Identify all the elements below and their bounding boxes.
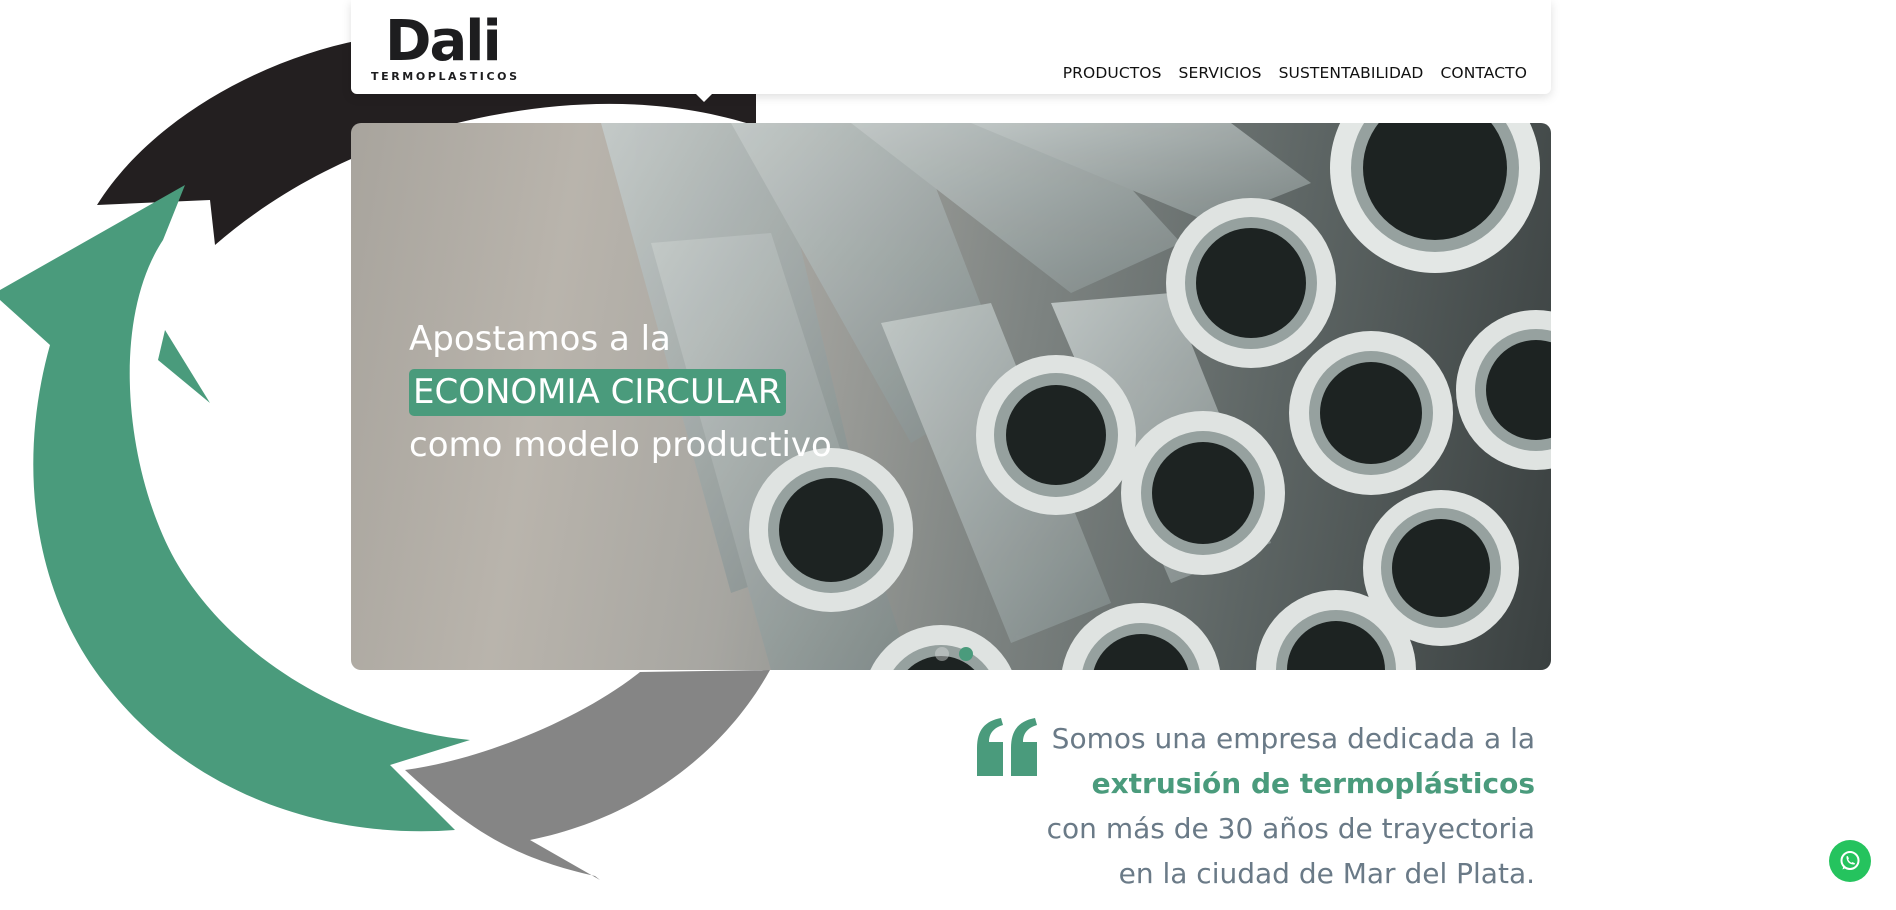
main-nav: PRODUCTOS SERVICIOS SUSTENTABILIDAD CONT… (1063, 64, 1527, 82)
whatsapp-icon (1840, 851, 1860, 870)
slider-dots (935, 647, 973, 661)
brand-logo[interactable]: Dali TERMOPLASTICOS (369, 9, 517, 86)
slider-dot-2[interactable] (959, 647, 973, 661)
hero-headline: Apostamos a la ECONOMIA CIRCULAR como mo… (409, 313, 832, 472)
nav-item-sustentabilidad[interactable]: SUSTENTABILIDAD (1279, 64, 1424, 82)
company-intro: Somos una empresa dedicada a la extrusió… (1040, 716, 1535, 896)
header-pointer (696, 94, 712, 102)
brand-logo-word: Dali (385, 9, 502, 74)
brand-logo-subtitle: TERMOPLASTICOS (371, 70, 520, 83)
nav-item-productos[interactable]: PRODUCTOS (1063, 64, 1162, 82)
hero-line-1: Apostamos a la (409, 319, 671, 359)
hero-slider: Apostamos a la ECONOMIA CIRCULAR como mo… (351, 123, 1551, 670)
whatsapp-button[interactable] (1829, 840, 1871, 882)
quote-icon (977, 718, 1037, 776)
nav-item-contacto[interactable]: CONTACTO (1440, 64, 1527, 82)
intro-emphasis: extrusión de termoplásticos (1091, 767, 1535, 800)
intro-text-after: con más de 30 años de trayectoria en la … (1046, 812, 1535, 890)
slider-dot-1[interactable] (935, 647, 949, 661)
hero-line-3: como modelo productivo (409, 425, 832, 465)
site-header: Dali TERMOPLASTICOS PRODUCTOS SERVICIOS … (351, 0, 1551, 102)
intro-text-before: Somos una empresa dedicada a la (1051, 722, 1535, 755)
hero-highlight: ECONOMIA CIRCULAR (409, 369, 786, 416)
nav-item-servicios[interactable]: SERVICIOS (1179, 64, 1262, 82)
